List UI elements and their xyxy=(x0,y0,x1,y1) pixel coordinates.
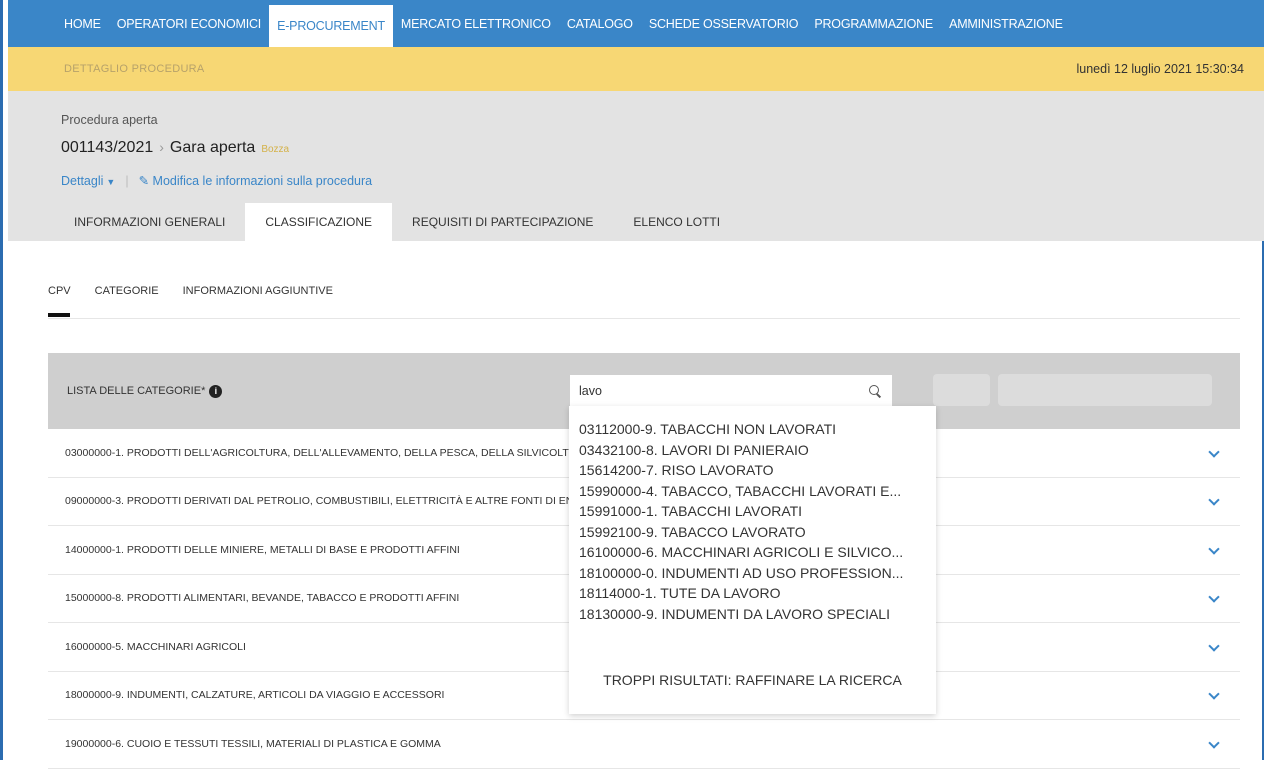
suggestion-item[interactable]: 03112000-9. TABACCHI NON LAVORATI xyxy=(569,419,936,440)
category-row-label: 15000000-8. PRODOTTI ALIMENTARI, BEVANDE… xyxy=(65,592,460,605)
procedure-number: 001143/2021 xyxy=(61,139,154,156)
nav-item-amministrazione[interactable]: AMMINISTRAZIONE xyxy=(941,0,1071,47)
link-divider: | xyxy=(125,173,129,188)
status-badge: Bozza xyxy=(261,144,290,155)
procedure-name: Gara aperta xyxy=(169,139,256,156)
too-many-results-notice: TROPPI RISULTATI: RAFFINARE LA RICERCA xyxy=(603,672,902,688)
current-datetime: lunedì 12 luglio 2021 15:30:34 xyxy=(1076,62,1244,76)
suggestion-item[interactable]: 03432100-8. LAVORI DI PANIERAIO xyxy=(569,440,936,461)
suggestion-item[interactable]: 15614200-7. RISO LAVORATO xyxy=(569,460,936,481)
nav-item-programmazione[interactable]: PROGRAMMAZIONE xyxy=(806,0,941,47)
chevron-down-icon[interactable] xyxy=(1208,738,1220,750)
category-row-label: 18000000-9. INDUMENTI, CALZATURE, ARTICO… xyxy=(65,689,445,702)
sub-header-bar: DETTAGLIO PROCEDURA lunedì 12 luglio 202… xyxy=(8,47,1264,91)
nav-item-operatori-economici[interactable]: OPERATORI ECONOMICI xyxy=(109,0,269,47)
chevron-right-icon: › xyxy=(159,139,164,155)
search-suggestions-dropdown: 03112000-9. TABACCHI NON LAVORATI 034321… xyxy=(569,406,936,714)
edit-icon: ✎ xyxy=(138,174,150,188)
suggestion-item[interactable]: 16100000-6. MACCHINARI AGRICOLI E SILVIC… xyxy=(569,542,936,563)
category-row-label: 19000000-6. CUOIO E TESSUTI TESSILI, MAT… xyxy=(65,737,441,750)
chevron-down-icon[interactable] xyxy=(1208,689,1220,701)
category-search-input[interactable] xyxy=(579,383,867,398)
top-nav: HOME OPERATORI ECONOMICI E-PROCUREMENT M… xyxy=(8,0,1264,47)
procedure-tabs: INFORMAZIONI GENERALI CLASSIFICAZIONE RE… xyxy=(54,203,740,241)
category-row[interactable]: 19000000-6. CUOIO E TESSUTI TESSILI, MAT… xyxy=(48,720,1240,769)
classification-subtabs: CPV CATEGORIE INFORMAZIONI AGGIUNTIVE xyxy=(48,285,1240,319)
breadcrumb[interactable]: DETTAGLIO PROCEDURA xyxy=(64,63,205,75)
details-link-label: Dettagli xyxy=(61,173,104,188)
subtab-informazioni-aggiuntive[interactable]: INFORMAZIONI AGGIUNTIVE xyxy=(183,285,333,318)
disabled-action-button[interactable] xyxy=(933,374,990,406)
chevron-down-icon[interactable] xyxy=(1208,447,1220,459)
info-icon[interactable]: i xyxy=(209,384,223,398)
suggestion-item[interactable]: 15991000-1. TABACCHI LAVORATI xyxy=(569,501,936,522)
subtab-categorie[interactable]: CATEGORIE xyxy=(95,285,159,318)
procedure-title: 001143/2021 › Gara aperta Bozza xyxy=(61,139,289,157)
details-toggle[interactable]: Dettagli ▼ xyxy=(61,174,115,188)
category-row-label: 14000000-1. PRODOTTI DELLE MINIERE, META… xyxy=(65,543,460,556)
edit-procedure-link[interactable]: ✎ Modifica le informazioni sulla procedu… xyxy=(139,173,373,188)
tab-classificazione[interactable]: CLASSIFICAZIONE xyxy=(245,203,393,241)
procedure-links: Dettagli ▼ | ✎ Modifica le informazioni s… xyxy=(61,173,373,189)
chevron-down-icon: ▼ xyxy=(106,176,116,187)
category-list-title: LISTA DELLE CATEGORIE* xyxy=(67,385,206,397)
tab-requisiti-di-partecipazione[interactable]: REQUISITI DI PARTECIPAZIONE xyxy=(392,203,613,241)
nav-item-schede-osservatorio[interactable]: SCHEDE OSSERVATORIO xyxy=(641,0,806,47)
nav-item-e-procurement[interactable]: E-PROCUREMENT xyxy=(269,5,393,47)
search-icon[interactable] xyxy=(867,383,883,399)
suggestion-item[interactable]: 15992100-9. TABACCO LAVORATO xyxy=(569,522,936,543)
category-row-label: 16000000-5. MACCHINARI AGRICOLI xyxy=(65,640,246,653)
disabled-select-all-button[interactable] xyxy=(998,374,1212,406)
chevron-down-icon[interactable] xyxy=(1208,641,1220,653)
suggestion-item[interactable]: 15990000-4. TABACCO, TABACCHI LAVORATI E… xyxy=(569,481,936,502)
suggestion-item[interactable]: 18100000-0. INDUMENTI AD USO PROFESSION.… xyxy=(569,563,936,584)
nav-item-mercato-elettronico[interactable]: MERCATO ELETTRONICO xyxy=(393,0,559,47)
category-row-label: 09000000-3. PRODOTTI DERIVATI DAL PETROL… xyxy=(65,495,607,508)
chevron-down-icon[interactable] xyxy=(1208,592,1220,604)
suggestion-item[interactable]: 18130000-9. INDUMENTI DA LAVORO SPECIALI xyxy=(569,604,936,625)
chevron-down-icon[interactable] xyxy=(1208,544,1220,556)
procedure-type: Procedura aperta xyxy=(61,113,158,127)
tab-informazioni-generali[interactable]: INFORMAZIONI GENERALI xyxy=(54,203,245,241)
edit-link-label: Modifica le informazioni sulla procedura xyxy=(152,174,373,188)
category-search-field[interactable] xyxy=(570,375,892,406)
nav-item-home[interactable]: HOME xyxy=(56,0,109,47)
nav-item-catalogo[interactable]: CATALOGO xyxy=(559,0,641,47)
procedure-header: Procedura aperta 001143/2021 › Gara aper… xyxy=(8,91,1264,241)
suggestion-item[interactable]: 18114000-1. TUTE DA LAVORO xyxy=(569,583,936,604)
subtab-cpv[interactable]: CPV xyxy=(48,285,71,318)
category-list-label: LISTA DELLE CATEGORIE* i xyxy=(67,384,223,398)
chevron-down-icon[interactable] xyxy=(1208,495,1220,507)
tab-elenco-lotti[interactable]: ELENCO LOTTI xyxy=(613,203,740,241)
